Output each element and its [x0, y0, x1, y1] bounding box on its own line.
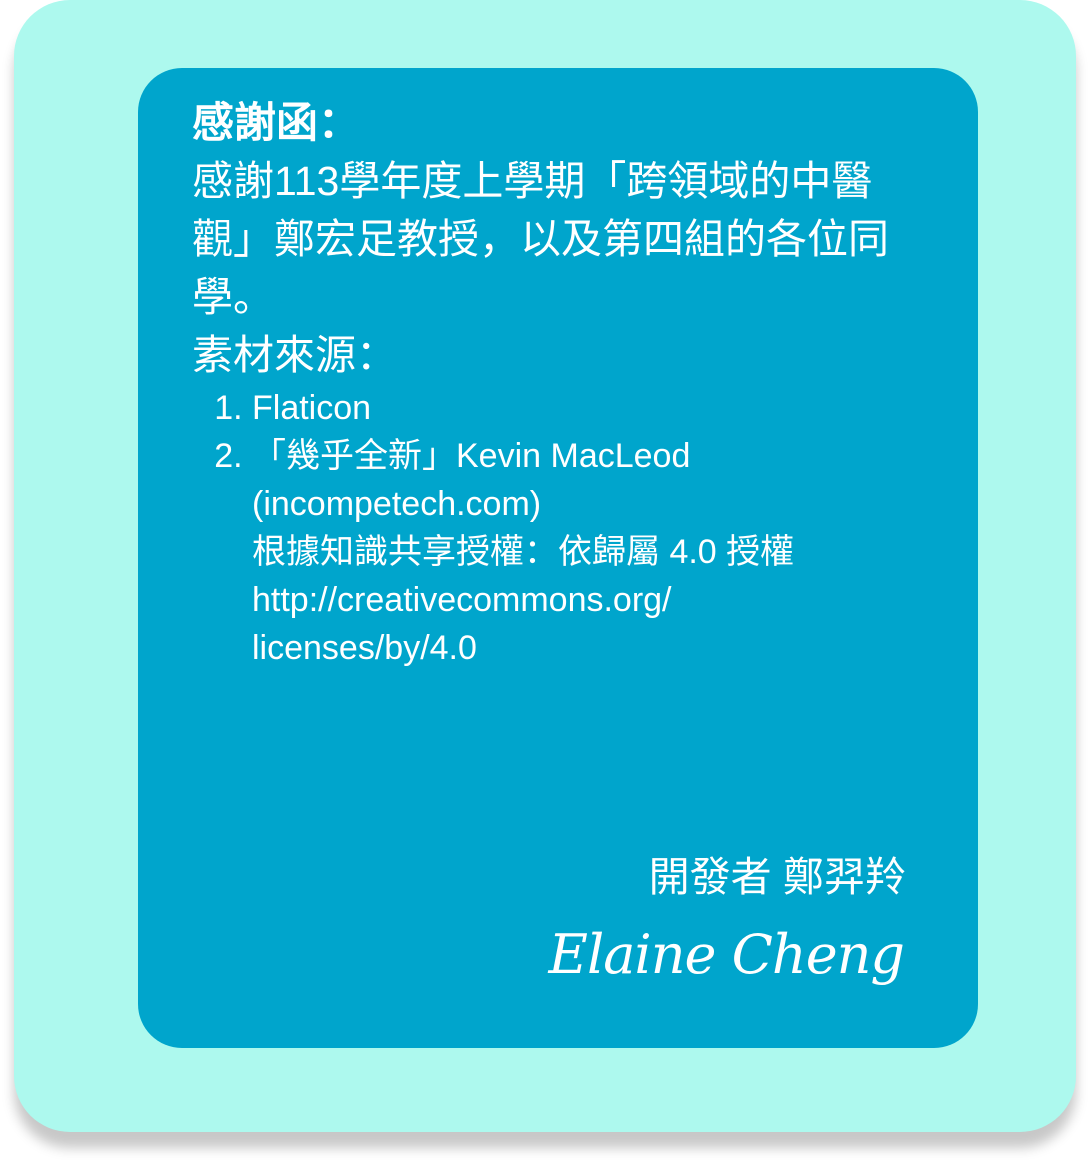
- source-line: http://creativecommons.org/: [252, 581, 672, 619]
- developer-signature: Elaine Cheng: [548, 923, 905, 986]
- thanks-body: 感謝113學年度上學期「跨領域的中醫觀」鄭宏足教授，以及第四組的各位同學。: [192, 158, 889, 320]
- source-line: (incompetech.com): [252, 485, 542, 523]
- source-item-music: 「幾乎全新」Kevin MacLeod (incompetech.com) 根據…: [252, 432, 932, 672]
- source-line: 「幾乎全新」Kevin MacLeod: [252, 437, 691, 475]
- sources-list: Flaticon 「幾乎全新」Kevin MacLeod (incompetec…: [192, 384, 932, 672]
- thanks-title: 感謝函：: [192, 99, 361, 146]
- source-line: Flaticon: [252, 389, 372, 427]
- source-line: licenses/by/4.0: [252, 629, 477, 667]
- sources-title: 素材來源：: [192, 332, 397, 378]
- outer-card: 感謝函： 感謝113學年度上學期「跨領域的中醫觀」鄭宏足教授，以及第四組的各位同…: [14, 0, 1076, 1132]
- credits-panel: 感謝函： 感謝113學年度上學期「跨領域的中醫觀」鄭宏足教授，以及第四組的各位同…: [138, 68, 978, 1048]
- credits-text: 感謝函： 感謝113學年度上學期「跨領域的中醫觀」鄭宏足教授，以及第四組的各位同…: [192, 94, 932, 672]
- source-line: 根據知識共享授權：依歸屬 4.0 授權: [252, 533, 795, 571]
- source-item-flaticon: Flaticon: [252, 384, 932, 432]
- developer-label: 開發者 鄭羿羚: [648, 854, 906, 900]
